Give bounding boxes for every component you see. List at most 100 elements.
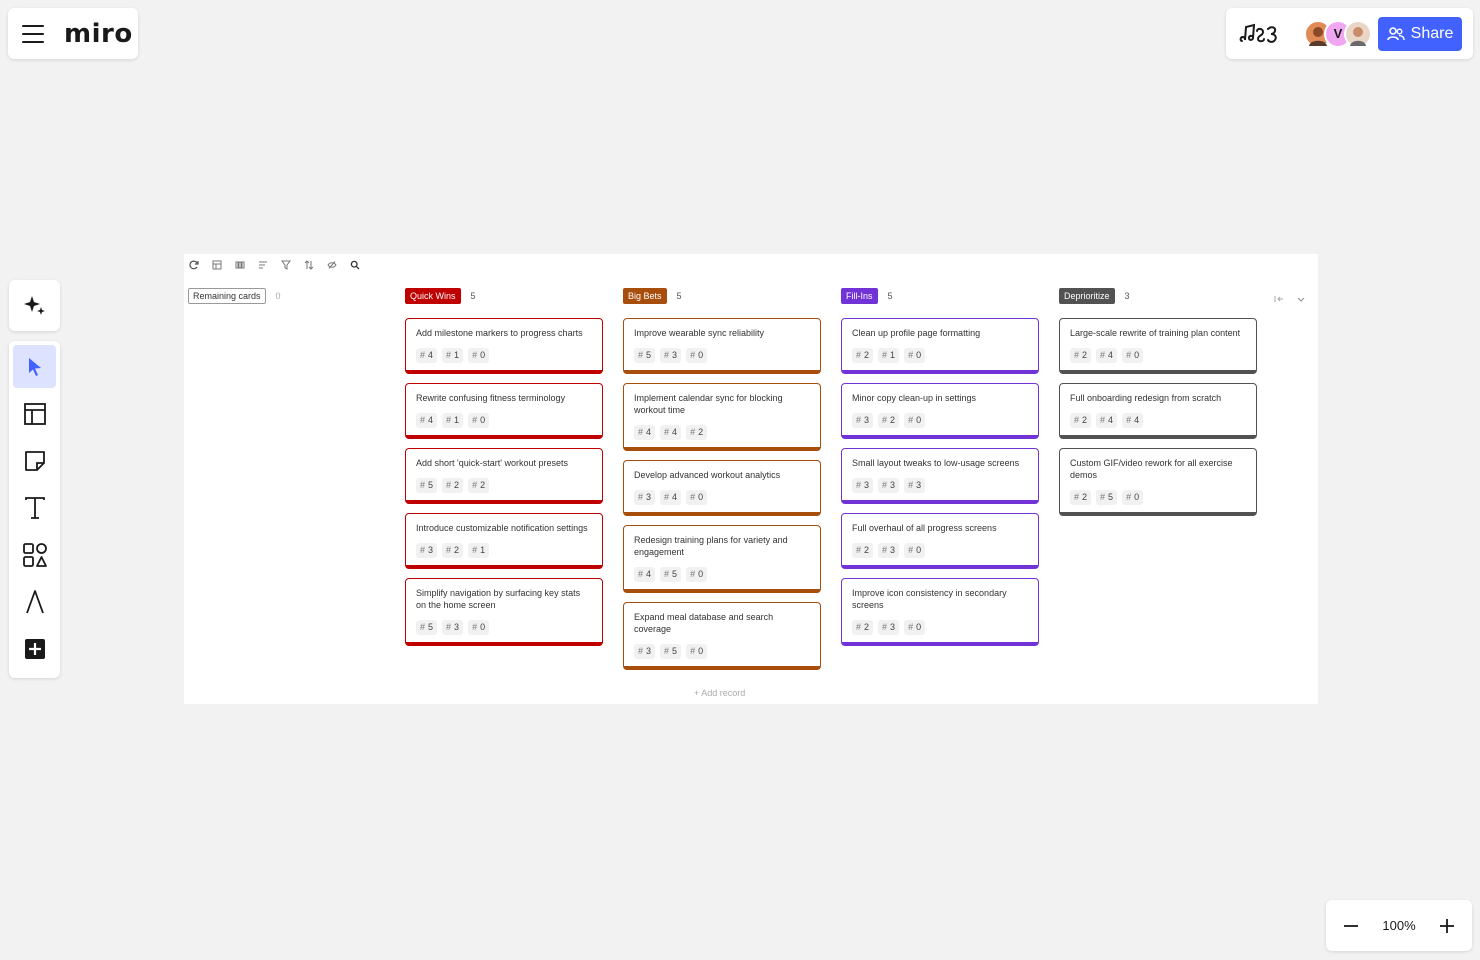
badge-value: 0 [698, 350, 704, 360]
card-title: Redesign training plans for variety and … [634, 535, 788, 557]
hash-icon: # [908, 480, 914, 490]
templates-tool[interactable] [13, 392, 56, 435]
card[interactable]: Full onboarding redesign from scratch #2 #… [1059, 383, 1257, 439]
card[interactable]: Expand meal database and search coverage… [623, 602, 821, 670]
card[interactable]: Develop advanced workout analytics #3 #4 #0 [623, 460, 821, 516]
card[interactable]: Introduce customizable notification sett… [405, 513, 603, 569]
column-tag[interactable]: Deprioritize [1059, 288, 1115, 304]
card-badges: #4 #1 #0 [416, 348, 592, 363]
filter-icon[interactable] [280, 259, 292, 271]
card[interactable]: Add milestone markers to progress charts… [405, 318, 603, 374]
card[interactable]: Large-scale rewrite of training plan con… [1059, 318, 1257, 374]
card-title: Introduce customizable notification sett… [416, 523, 588, 533]
column-tag[interactable]: Big Bets [623, 288, 667, 304]
hash-icon: # [1100, 415, 1106, 425]
zoom-in-button[interactable] [1436, 915, 1458, 937]
card[interactable]: Add short 'quick-start' workout presets #… [405, 448, 603, 504]
number-badge: #3 [852, 478, 874, 493]
badge-value: 4 [428, 350, 434, 360]
sort-icon[interactable] [303, 259, 315, 271]
card[interactable]: Clean up profile page formatting #2 #1 #0 [841, 318, 1039, 374]
number-badge: #0 [686, 348, 708, 363]
search-icon[interactable] [349, 259, 361, 271]
badge-value: 2 [1082, 350, 1088, 360]
card[interactable]: Custom GIF/video rework for all exercise… [1059, 448, 1257, 516]
card-fields-icon[interactable] [257, 259, 269, 271]
zoom-level[interactable]: 100% [1382, 918, 1415, 933]
avatar[interactable] [1344, 19, 1372, 48]
card-title: Implement calendar sync for blocking wor… [634, 393, 783, 415]
card-badges: #3 #4 #0 [634, 490, 810, 505]
hash-icon: # [882, 350, 888, 360]
main-menu-icon[interactable] [22, 24, 44, 43]
card-badges: #3 #2 #1 [416, 543, 592, 558]
card[interactable]: Rewrite confusing fitness terminology #4 #… [405, 383, 603, 439]
card-badges: #2 #3 #0 [852, 543, 1028, 558]
column-tag[interactable]: Fill-Ins [841, 288, 878, 304]
card[interactable]: Improve icon consistency in secondary sc… [841, 578, 1039, 646]
card[interactable]: Redesign training plans for variety and … [623, 525, 821, 593]
collaborator-avatars[interactable]: V [1304, 19, 1372, 48]
hide-fields-icon[interactable] [326, 259, 338, 271]
number-badge: #0 [904, 413, 926, 428]
card[interactable]: Minor copy clean-up in settings #3 #2 #0 [841, 383, 1039, 439]
remaining-cards-count: 0 [275, 291, 281, 301]
users-icon [1386, 26, 1405, 40]
hash-icon: # [856, 480, 862, 490]
column-tag[interactable]: Quick Wins [405, 288, 461, 304]
badge-value: 4 [1108, 350, 1114, 360]
chevron-down-icon[interactable] [1296, 291, 1306, 309]
badge-value: 0 [916, 622, 922, 632]
share-button[interactable]: Share [1378, 16, 1462, 51]
hash-icon: # [664, 427, 670, 437]
zoom-out-button[interactable] [1340, 915, 1362, 937]
sparkle-icon [23, 295, 45, 315]
card[interactable]: Implement calendar sync for blocking wor… [623, 383, 821, 451]
card-badges: #3 #5 #0 [634, 644, 810, 659]
badge-value: 3 [646, 492, 652, 502]
number-badge: #1 [878, 348, 900, 363]
number-badge: #0 [468, 348, 490, 363]
card-badges: #2 #4 #4 [1070, 413, 1246, 428]
badge-value: 2 [1082, 492, 1088, 502]
sticky-note-tool[interactable] [13, 439, 56, 482]
text-tool[interactable] [13, 486, 56, 529]
column-deprioritize: Deprioritize 3 Large-scale rewrite of trai… [1059, 288, 1259, 525]
table-view-icon[interactable] [211, 259, 223, 271]
ai-assist-button[interactable] [9, 280, 60, 331]
hash-icon: # [856, 415, 862, 425]
number-badge: #5 [634, 348, 656, 363]
column-header: Big Bets 5 [623, 288, 823, 304]
card-title: Custom GIF/video rework for all exercise… [1070, 458, 1233, 480]
hash-icon: # [856, 545, 862, 555]
shapes-tool[interactable] [13, 533, 56, 576]
card[interactable]: Simplify navigation by surfacing key sta… [405, 578, 603, 646]
number-badge: #5 [1096, 490, 1118, 505]
badge-value: 3 [890, 545, 896, 555]
number-badge: #3 [660, 348, 682, 363]
refresh-icon[interactable] [188, 259, 200, 271]
card-title: Large-scale rewrite of training plan con… [1070, 328, 1241, 338]
badge-value: 1 [480, 545, 486, 555]
remaining-cards-label[interactable]: Remaining cards [188, 288, 266, 304]
pen-tool[interactable] [13, 580, 56, 623]
add-record-button[interactable]: + Add record [694, 688, 745, 698]
hash-icon: # [420, 350, 426, 360]
number-badge: #3 [634, 644, 656, 659]
card[interactable]: Small layout tweaks to low-usage screens… [841, 448, 1039, 504]
more-tools-button[interactable] [13, 627, 56, 670]
collapse-columns-icon[interactable] [1274, 291, 1284, 309]
brand-logo[interactable]: miro [64, 19, 133, 49]
card[interactable]: Improve wearable sync reliability #5 #3 #0 [623, 318, 821, 374]
badge-value: 5 [1108, 492, 1114, 502]
columns-icon[interactable] [234, 259, 246, 271]
badge-value: 3 [890, 622, 896, 632]
select-tool[interactable] [13, 345, 56, 388]
reactions-icon[interactable] [1238, 19, 1290, 49]
card-title: Full overhaul of all progress screens [852, 523, 997, 533]
hash-icon: # [664, 350, 670, 360]
hash-icon: # [420, 622, 426, 632]
hash-icon: # [908, 622, 914, 632]
hash-icon: # [908, 415, 914, 425]
card[interactable]: Full overhaul of all progress screens #2 #… [841, 513, 1039, 569]
